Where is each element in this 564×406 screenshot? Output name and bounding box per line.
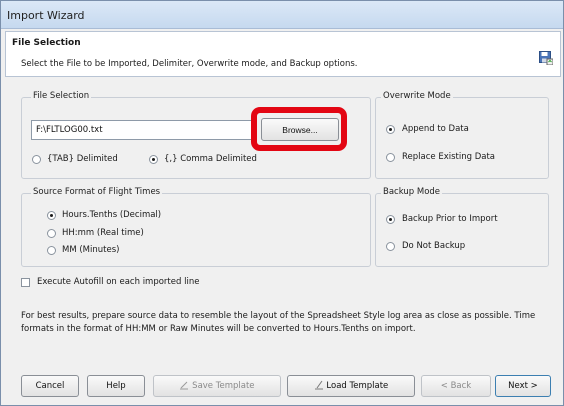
window-title: Import Wizard [7, 9, 85, 22]
next-button-label: Next > [508, 381, 538, 391]
comma-delimited-label: {,} Comma Delimited [164, 154, 257, 164]
load-template-label: Load Template [326, 381, 389, 391]
minutes-label: MM (Minutes) [62, 245, 120, 255]
back-button-label: < Back [440, 381, 472, 391]
next-button[interactable]: Next > [495, 375, 551, 397]
autofill-checkbox[interactable] [21, 278, 30, 287]
backup-mode-group [375, 193, 549, 267]
header-title: File Selection [12, 38, 81, 48]
load-template-icon [314, 380, 323, 390]
append-to-data-label: Append to Data [402, 124, 469, 134]
note-line-2: formats in the format of HH:MM or Raw Mi… [21, 324, 416, 334]
radio-hh-mm[interactable] [47, 229, 56, 238]
overwrite-mode-legend: Overwrite Mode [381, 91, 453, 101]
overwrite-mode-group [375, 97, 549, 179]
import-wizard-window: Import Wizard File Selection Select the … [0, 0, 564, 406]
tab-delimited-label: {TAB} Delimited [47, 154, 118, 164]
radio-comma-delimited[interactable] [149, 155, 158, 164]
header-panel: File Selection Select the File to be Imp… [5, 31, 561, 77]
load-template-button[interactable]: Load Template [287, 375, 415, 397]
save-template-button[interactable]: Save Template [153, 375, 281, 397]
source-format-legend: Source Format of Flight Times [31, 187, 163, 197]
radio-hours-tenths[interactable] [47, 211, 56, 220]
cancel-button[interactable]: Cancel [21, 375, 79, 397]
help-button[interactable]: Help [87, 375, 145, 397]
radio-append-to-data[interactable] [386, 125, 395, 134]
note-line-1: For best results, prepare source data to… [21, 311, 536, 321]
replace-existing-data-label: Replace Existing Data [402, 152, 495, 162]
back-button[interactable]: < Back [421, 375, 491, 397]
radio-do-not-backup[interactable] [386, 242, 395, 251]
help-button-label: Help [106, 381, 126, 391]
save-template-label: Save Template [192, 381, 255, 391]
hh-mm-label: HH:mm (Real time) [62, 228, 144, 238]
radio-tab-delimited[interactable] [32, 155, 41, 164]
radio-backup-prior[interactable] [386, 215, 395, 224]
file-selection-legend: File Selection [31, 91, 92, 101]
cancel-button-label: Cancel [35, 381, 65, 391]
radio-replace-existing-data[interactable] [386, 153, 395, 162]
do-not-backup-label: Do Not Backup [402, 241, 466, 251]
title-bar: Import Wizard [1, 1, 563, 29]
header-description: Select the File to be Imported, Delimite… [21, 59, 358, 69]
backup-prior-label: Backup Prior to Import [402, 214, 498, 224]
save-template-icon [180, 381, 189, 390]
file-path-input[interactable] [31, 120, 253, 140]
hours-tenths-label: Hours.Tenths (Decimal) [62, 210, 162, 220]
radio-minutes[interactable] [47, 246, 56, 255]
save-disk-icon [539, 51, 553, 65]
backup-mode-legend: Backup Mode [381, 187, 443, 197]
browse-highlight-box [251, 107, 347, 151]
autofill-label: Execute Autofill on each imported line [37, 277, 200, 287]
